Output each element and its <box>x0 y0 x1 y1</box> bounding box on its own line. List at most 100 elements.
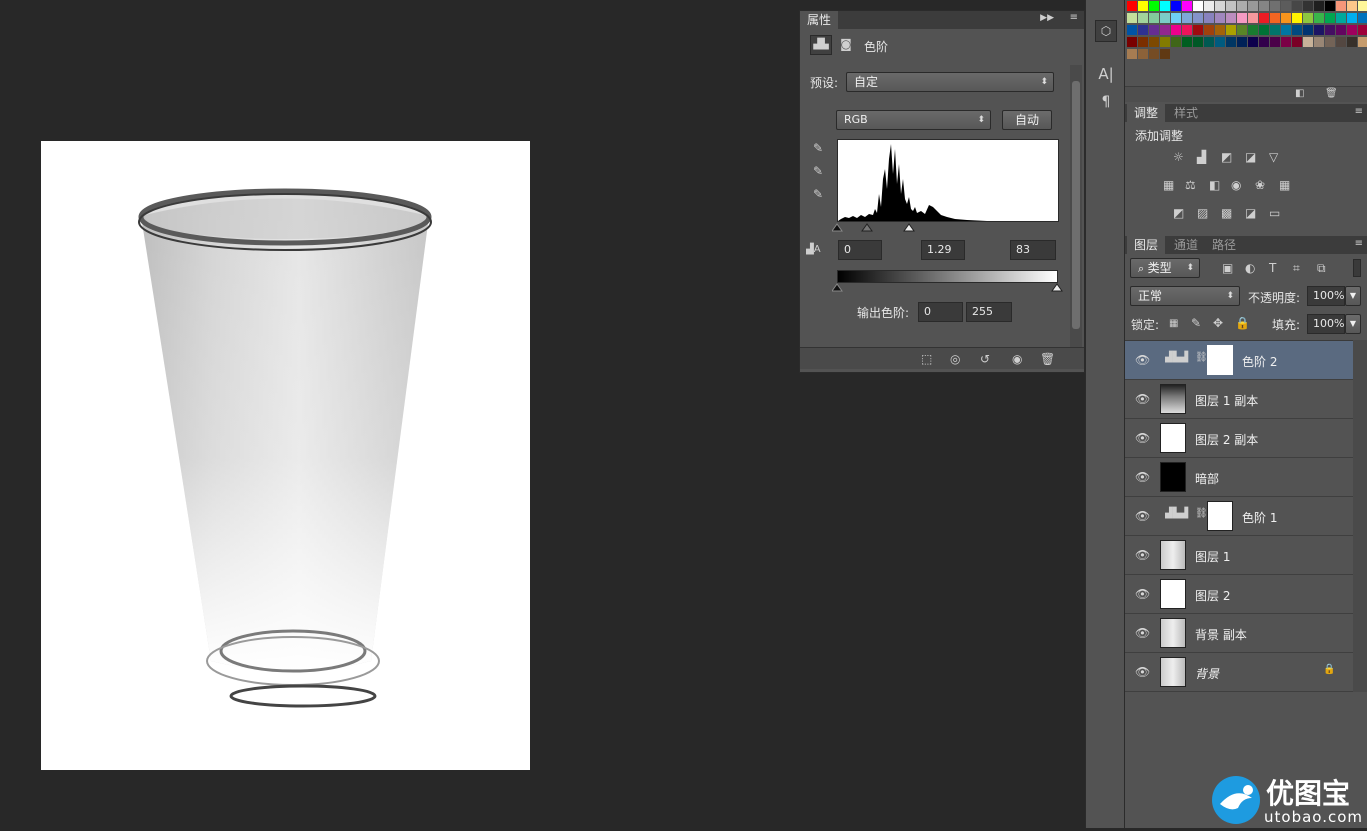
output-white-field[interactable]: 255 <box>966 302 1012 322</box>
layer-thumbnail[interactable] <box>1160 618 1186 648</box>
delete-swatch-icon[interactable]: 🗑 <box>1325 88 1338 99</box>
vibrance-icon[interactable]: ▽ <box>1269 150 1278 164</box>
layer-thumbnail[interactable] <box>1160 579 1186 609</box>
layer-name[interactable]: 暗部 <box>1195 470 1219 487</box>
color-swatch[interactable] <box>1226 13 1236 23</box>
layer-name[interactable]: 图层 2 副本 <box>1195 431 1258 448</box>
color-swatch[interactable] <box>1292 37 1302 47</box>
color-swatch[interactable] <box>1182 25 1192 35</box>
blend-mode-dropdown[interactable]: 正常 ⬍ <box>1130 286 1240 306</box>
color-swatch[interactable] <box>1259 1 1269 11</box>
input-white-field[interactable]: 83 <box>1010 240 1056 260</box>
color-swatch[interactable] <box>1237 25 1247 35</box>
document-canvas[interactable] <box>41 141 530 770</box>
visibility-eye-icon[interactable]: 👁 <box>1135 431 1150 445</box>
color-swatch[interactable] <box>1270 25 1280 35</box>
color-swatch[interactable] <box>1226 25 1236 35</box>
color-swatch[interactable] <box>1127 25 1137 35</box>
color-swatch[interactable] <box>1259 25 1269 35</box>
color-swatch[interactable] <box>1127 13 1137 23</box>
layer-mask-thumbnail[interactable] <box>1207 345 1233 375</box>
black-point-eyedropper-icon[interactable]: ✎ <box>808 141 828 155</box>
color-swatch[interactable] <box>1127 1 1137 11</box>
tab-properties[interactable]: 属性 <box>800 11 839 29</box>
character-icon[interactable]: A| <box>1095 65 1117 83</box>
mask-icon[interactable]: ◙ <box>836 35 856 55</box>
color-swatch[interactable] <box>1138 13 1148 23</box>
preset-dropdown[interactable]: 自定 ⬍ <box>846 72 1054 92</box>
opacity-dropdown-button[interactable]: ▼ <box>1345 286 1361 306</box>
color-swatch[interactable] <box>1336 1 1346 11</box>
color-swatch[interactable] <box>1160 13 1170 23</box>
panel-menu-icon[interactable]: ≡ <box>1355 238 1363 249</box>
color-balance-icon[interactable]: ⚖ <box>1185 178 1196 192</box>
color-swatch[interactable] <box>1237 1 1247 11</box>
tab-channels[interactable]: 通道 <box>1167 236 1206 254</box>
output-black-field[interactable]: 0 <box>918 302 963 322</box>
filter-pixel-icon[interactable]: ▣ <box>1222 261 1233 275</box>
color-swatch[interactable] <box>1237 37 1247 47</box>
paragraph-icon[interactable]: ¶ <box>1095 94 1117 110</box>
scrollbar-thumb[interactable] <box>1072 81 1080 329</box>
color-swatch[interactable] <box>1215 1 1225 11</box>
input-level-sliders[interactable] <box>832 222 1064 232</box>
color-swatch[interactable] <box>1314 25 1324 35</box>
output-level-sliders[interactable] <box>832 283 1064 293</box>
panel-menu-icon[interactable]: ≡ <box>1070 12 1078 23</box>
tab-paths[interactable]: 路径 <box>1205 236 1244 254</box>
new-swatch-icon[interactable]: ◧ <box>1295 88 1304 99</box>
color-swatch[interactable] <box>1281 13 1291 23</box>
color-swatch[interactable] <box>1204 1 1214 11</box>
color-swatch[interactable] <box>1292 13 1302 23</box>
hue-saturation-icon[interactable]: ▦ <box>1163 178 1174 192</box>
layer-thumbnail[interactable] <box>1160 540 1186 570</box>
collapse-icon[interactable]: ▶▶ <box>1040 13 1054 23</box>
color-swatch[interactable] <box>1237 13 1247 23</box>
layer-row[interactable]: 👁 背景 副本 <box>1125 614 1353 653</box>
layer-row[interactable]: 👁 背景 🔒 <box>1125 653 1353 692</box>
lock-pixels-icon[interactable]: ✎ <box>1191 316 1201 330</box>
channel-mixer-icon[interactable]: ❀ <box>1255 178 1265 192</box>
color-swatch[interactable] <box>1138 1 1148 11</box>
layer-thumbnail[interactable] <box>1160 462 1186 492</box>
filter-type-icon[interactable]: T <box>1269 261 1276 275</box>
color-swatch[interactable] <box>1160 49 1170 59</box>
color-swatch[interactable] <box>1347 1 1357 11</box>
layer-row[interactable]: 👁 图层 1 <box>1125 536 1353 575</box>
color-swatch[interactable] <box>1303 37 1313 47</box>
link-chain-icon[interactable]: ⛓ <box>1195 508 1208 519</box>
layer-name[interactable]: 背景 <box>1195 665 1219 682</box>
color-swatch[interactable] <box>1149 37 1159 47</box>
layer-name[interactable]: 图层 1 <box>1195 548 1230 565</box>
color-swatch[interactable] <box>1149 49 1159 59</box>
white-point-eyedropper-icon[interactable]: ✎ <box>808 187 828 201</box>
color-swatch[interactable] <box>1281 37 1291 47</box>
color-swatch[interactable] <box>1215 37 1225 47</box>
visibility-eye-icon[interactable]: 👁 <box>1135 548 1150 562</box>
color-swatch[interactable] <box>1171 25 1181 35</box>
filter-adjustment-icon[interactable]: ◐ <box>1245 261 1255 275</box>
panel-menu-icon[interactable]: ≡ <box>1355 106 1363 117</box>
color-swatch[interactable] <box>1193 25 1203 35</box>
color-swatch[interactable] <box>1149 1 1159 11</box>
clipping-warning-icon[interactable]: ▟A <box>806 244 821 255</box>
photo-filter-icon[interactable]: ◉ <box>1231 178 1241 192</box>
color-swatch[interactable] <box>1193 13 1203 23</box>
color-swatch[interactable] <box>1182 1 1192 11</box>
color-swatch[interactable] <box>1171 13 1181 23</box>
color-swatch[interactable] <box>1226 37 1236 47</box>
properties-scrollbar[interactable] <box>1070 65 1082 347</box>
color-swatch[interactable] <box>1303 1 1313 11</box>
invert-icon[interactable]: ◩ <box>1173 206 1184 220</box>
color-swatch[interactable] <box>1259 13 1269 23</box>
color-swatch[interactable] <box>1204 25 1214 35</box>
color-swatch[interactable] <box>1204 37 1214 47</box>
color-swatch[interactable] <box>1204 13 1214 23</box>
color-swatch[interactable] <box>1270 1 1280 11</box>
clip-to-layer-icon[interactable]: ⬚ <box>921 352 932 366</box>
color-swatch[interactable] <box>1248 13 1258 23</box>
color-swatch[interactable] <box>1171 37 1181 47</box>
filter-toggle[interactable] <box>1353 259 1361 277</box>
visibility-eye-icon[interactable]: 👁 <box>1135 392 1150 406</box>
color-swatch[interactable] <box>1303 25 1313 35</box>
